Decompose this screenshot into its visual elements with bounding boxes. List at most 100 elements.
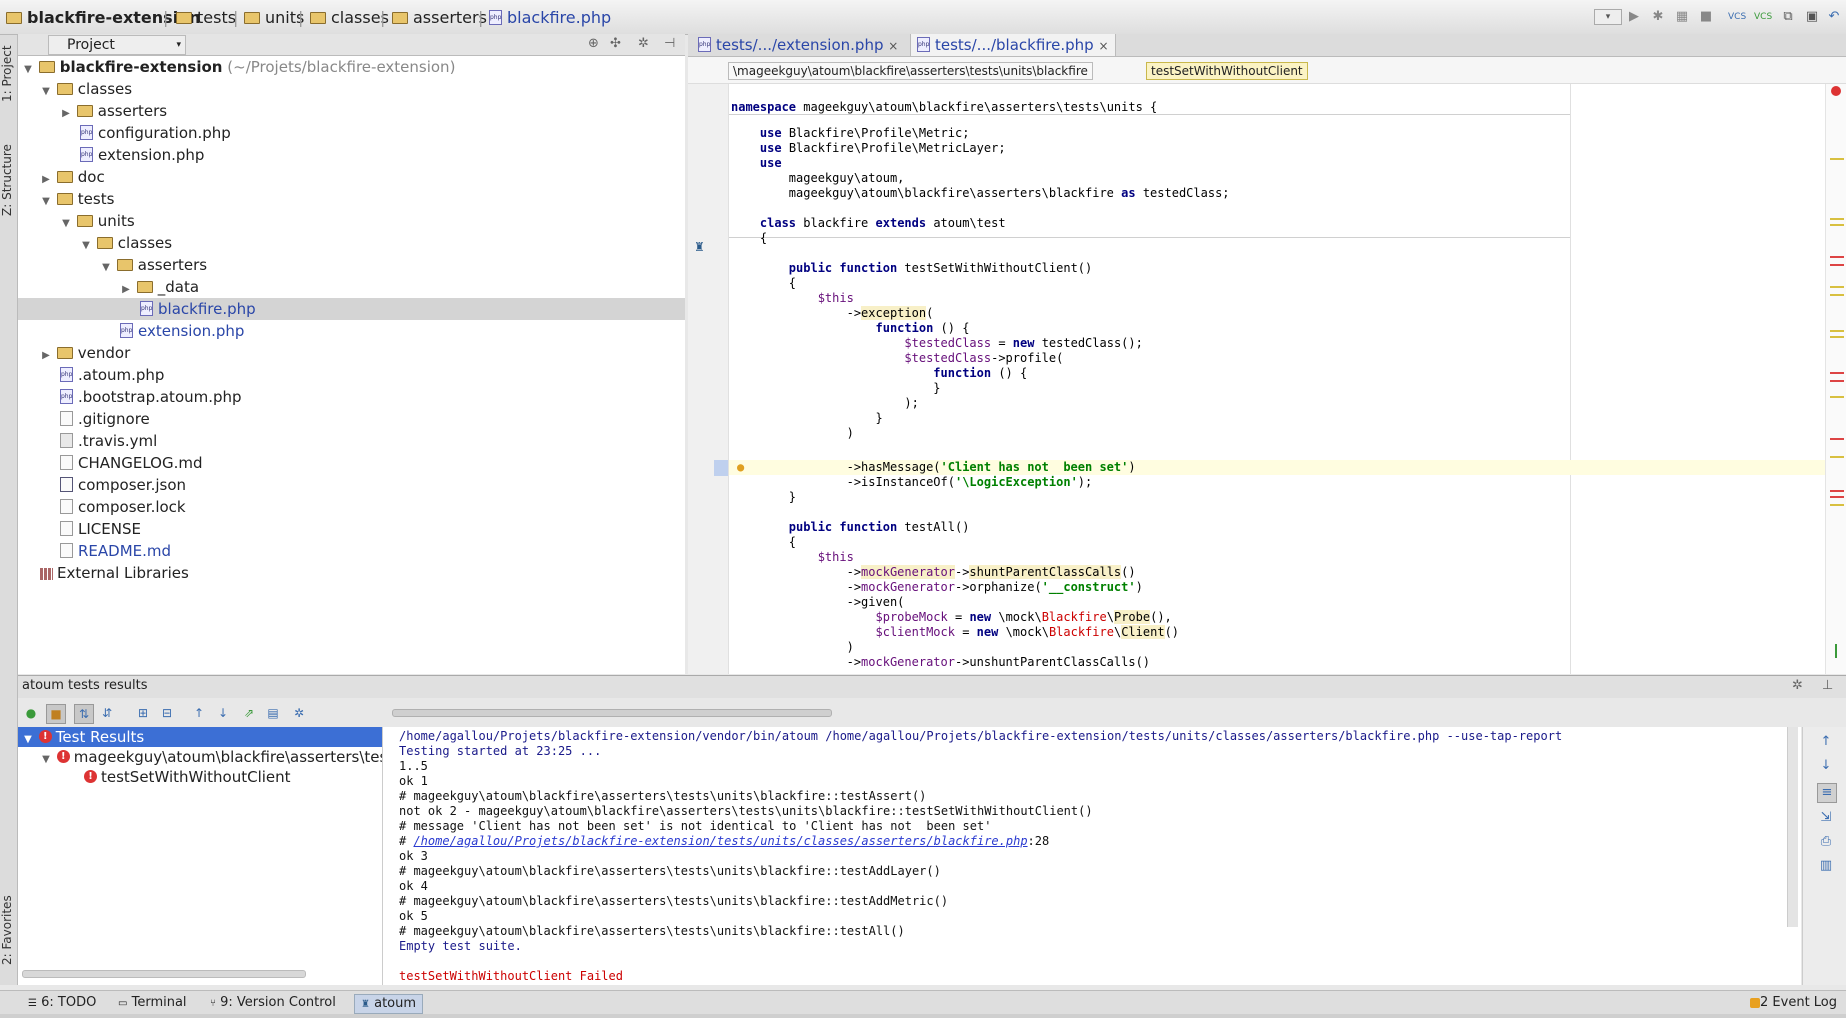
- close-icon[interactable]: ×: [1098, 39, 1108, 53]
- method-crumb[interactable]: testSetWithWithoutClient: [1146, 62, 1308, 80]
- clear-icon[interactable]: ▥: [1817, 857, 1835, 875]
- previous-failed-icon[interactable]: ↑: [190, 704, 208, 722]
- expand-all-icon[interactable]: ⊞: [134, 704, 152, 722]
- warning-mark[interactable]: [1830, 286, 1844, 288]
- tree-item[interactable]: ▼ units: [18, 210, 685, 232]
- tree-item[interactable]: php configuration.php: [18, 122, 685, 144]
- project-view-selector[interactable]: Project ▾: [48, 35, 186, 55]
- scroll-down-icon[interactable]: ↓: [1817, 757, 1835, 775]
- error-mark[interactable]: [1830, 372, 1844, 374]
- namespace-crumb[interactable]: \mageekguy\atoum\blackfire\asserters\tes…: [728, 62, 1093, 80]
- tree-item[interactable]: CHANGELOG.md: [18, 452, 685, 474]
- tab-terminal[interactable]: ▭ Terminal: [112, 994, 193, 1012]
- tree-item[interactable]: ▶ vendor: [18, 342, 685, 364]
- scroll-to-end-icon[interactable]: ⇲: [1817, 809, 1835, 827]
- breadcrumb-item-units[interactable]: units: [244, 8, 304, 27]
- tree-horizontal-scrollbar[interactable]: [22, 970, 306, 978]
- warning-mark[interactable]: [1830, 158, 1844, 160]
- tab-todo[interactable]: ☰ 6: TODO: [22, 994, 102, 1012]
- test-console[interactable]: /home/agallou/Projets/blackfire-extensio…: [383, 727, 1801, 985]
- tab-blackfire-php[interactable]: php tests/.../blackfire.php ×: [910, 34, 1116, 56]
- export-icon[interactable]: ⇗: [240, 704, 258, 722]
- tree-item[interactable]: ▶ _data: [18, 276, 685, 298]
- tree-item[interactable]: php extension.php: [18, 144, 685, 166]
- file-link[interactable]: /home/agallou/Projets/blackfire-extensio…: [413, 834, 1027, 848]
- revert-icon[interactable]: ↶: [1826, 9, 1842, 25]
- stop-icon[interactable]: ■: [1698, 9, 1714, 25]
- error-mark[interactable]: [1830, 264, 1844, 266]
- tree-item[interactable]: ▶ doc: [18, 166, 685, 188]
- breadcrumb-item-tests[interactable]: tests: [176, 8, 236, 27]
- tab-favorites[interactable]: 2: Favorites: [0, 885, 17, 975]
- warning-mark[interactable]: [1830, 330, 1844, 332]
- error-mark[interactable]: [1830, 496, 1844, 498]
- horizontal-scrollbar[interactable]: [392, 709, 832, 717]
- show-passed-icon[interactable]: ●: [22, 704, 40, 722]
- error-indicator-icon[interactable]: [1831, 86, 1841, 96]
- tab-structure[interactable]: Z: Structure: [0, 135, 17, 225]
- breadcrumb-item-classes[interactable]: classes: [310, 8, 389, 27]
- next-failed-icon[interactable]: ↓: [214, 704, 232, 722]
- vcs-commit-icon[interactable]: VCS: [1754, 9, 1772, 25]
- tree-item[interactable]: ▼ asserters: [18, 254, 685, 276]
- error-mark[interactable]: [1830, 490, 1844, 492]
- test-tree-root[interactable]: ▼ ! Test Results: [18, 727, 382, 747]
- code-editor[interactable]: ● namespace mageekguy\atoum\blackfire\as…: [729, 84, 1825, 674]
- tree-item[interactable]: LICENSE: [18, 518, 685, 540]
- tree-item[interactable]: php extension.php: [18, 320, 685, 342]
- hide-panel-icon[interactable]: ⊥: [1822, 678, 1833, 693]
- warning-mark[interactable]: [1830, 396, 1844, 398]
- error-mark[interactable]: [1830, 380, 1844, 382]
- tree-item[interactable]: README.md: [18, 540, 685, 562]
- gear-icon[interactable]: ✲: [1792, 678, 1803, 693]
- tree-item[interactable]: ▼ classes: [18, 232, 685, 254]
- coverage-icon[interactable]: ▦: [1674, 9, 1690, 25]
- hide-panel-icon[interactable]: ⊣: [664, 36, 675, 51]
- run-icon[interactable]: ▶: [1626, 9, 1642, 25]
- tab-extension-php[interactable]: php tests/.../extension.php ×: [692, 34, 904, 56]
- error-mark[interactable]: [1830, 256, 1844, 258]
- tree-item[interactable]: php .atoum.php: [18, 364, 685, 386]
- test-tree-method[interactable]: ! testSetWithWithoutClient: [18, 767, 382, 787]
- import-icon[interactable]: ▤: [264, 704, 282, 722]
- run-config-dropdown[interactable]: ▾: [1594, 9, 1622, 25]
- warning-mark[interactable]: [1830, 504, 1844, 506]
- tab-project[interactable]: 1: Project: [0, 39, 17, 109]
- sync-icon[interactable]: ⊕: [588, 36, 599, 51]
- breadcrumb-item-asserters[interactable]: asserters: [392, 8, 487, 27]
- breadcrumb-item-project[interactable]: blackfire-extension: [6, 8, 201, 27]
- tree-item[interactable]: ▼ classes: [18, 78, 685, 100]
- tree-root[interactable]: ▼ blackfire-extension (~/Projets/blackfi…: [18, 56, 685, 78]
- error-mark[interactable]: [1830, 438, 1844, 440]
- error-stripe[interactable]: [1825, 84, 1846, 674]
- test-icon[interactable]: ♜: [694, 240, 705, 254]
- close-icon[interactable]: ×: [888, 39, 898, 53]
- warning-mark[interactable]: [1830, 456, 1844, 458]
- warning-mark[interactable]: [1830, 218, 1844, 220]
- tree-item[interactable]: composer.json: [18, 474, 685, 496]
- sort-alpha-icon[interactable]: ⇅: [74, 704, 94, 724]
- warning-mark[interactable]: [1830, 224, 1844, 226]
- tree-item[interactable]: ▶ asserters: [18, 100, 685, 122]
- sort-duration-icon[interactable]: ⇵: [98, 704, 116, 722]
- settings-icon[interactable]: ✲: [290, 704, 308, 722]
- scroll-thumb[interactable]: [1835, 644, 1837, 658]
- debug-icon[interactable]: ✱: [1650, 9, 1666, 25]
- gear-icon[interactable]: ✲: [638, 36, 649, 51]
- tree-item[interactable]: composer.lock: [18, 496, 685, 518]
- compare-icon[interactable]: ⧉: [1780, 9, 1796, 25]
- tab-atoum[interactable]: ♜ atoum: [354, 994, 424, 1014]
- history-icon[interactable]: ▣: [1804, 9, 1820, 25]
- collapse-icon[interactable]: ✣: [610, 36, 621, 51]
- warning-mark[interactable]: [1830, 294, 1844, 296]
- warning-mark[interactable]: [1830, 336, 1844, 338]
- tab-version-control[interactable]: ⑂ 9: Version Control: [204, 994, 342, 1012]
- event-log-button[interactable]: 2 Event Log: [1744, 994, 1843, 1012]
- tree-item[interactable]: .gitignore: [18, 408, 685, 430]
- scroll-up-icon[interactable]: ↑: [1817, 733, 1835, 751]
- tree-item[interactable]: ▼ tests: [18, 188, 685, 210]
- show-ignored-icon[interactable]: ■: [46, 704, 66, 724]
- test-tree-class[interactable]: ▼ ! mageekguy\atoum\blackfire\asserters\t…: [18, 747, 382, 767]
- console-scrollbar[interactable]: [1787, 727, 1798, 927]
- soft-wrap-icon[interactable]: ≡: [1817, 783, 1837, 803]
